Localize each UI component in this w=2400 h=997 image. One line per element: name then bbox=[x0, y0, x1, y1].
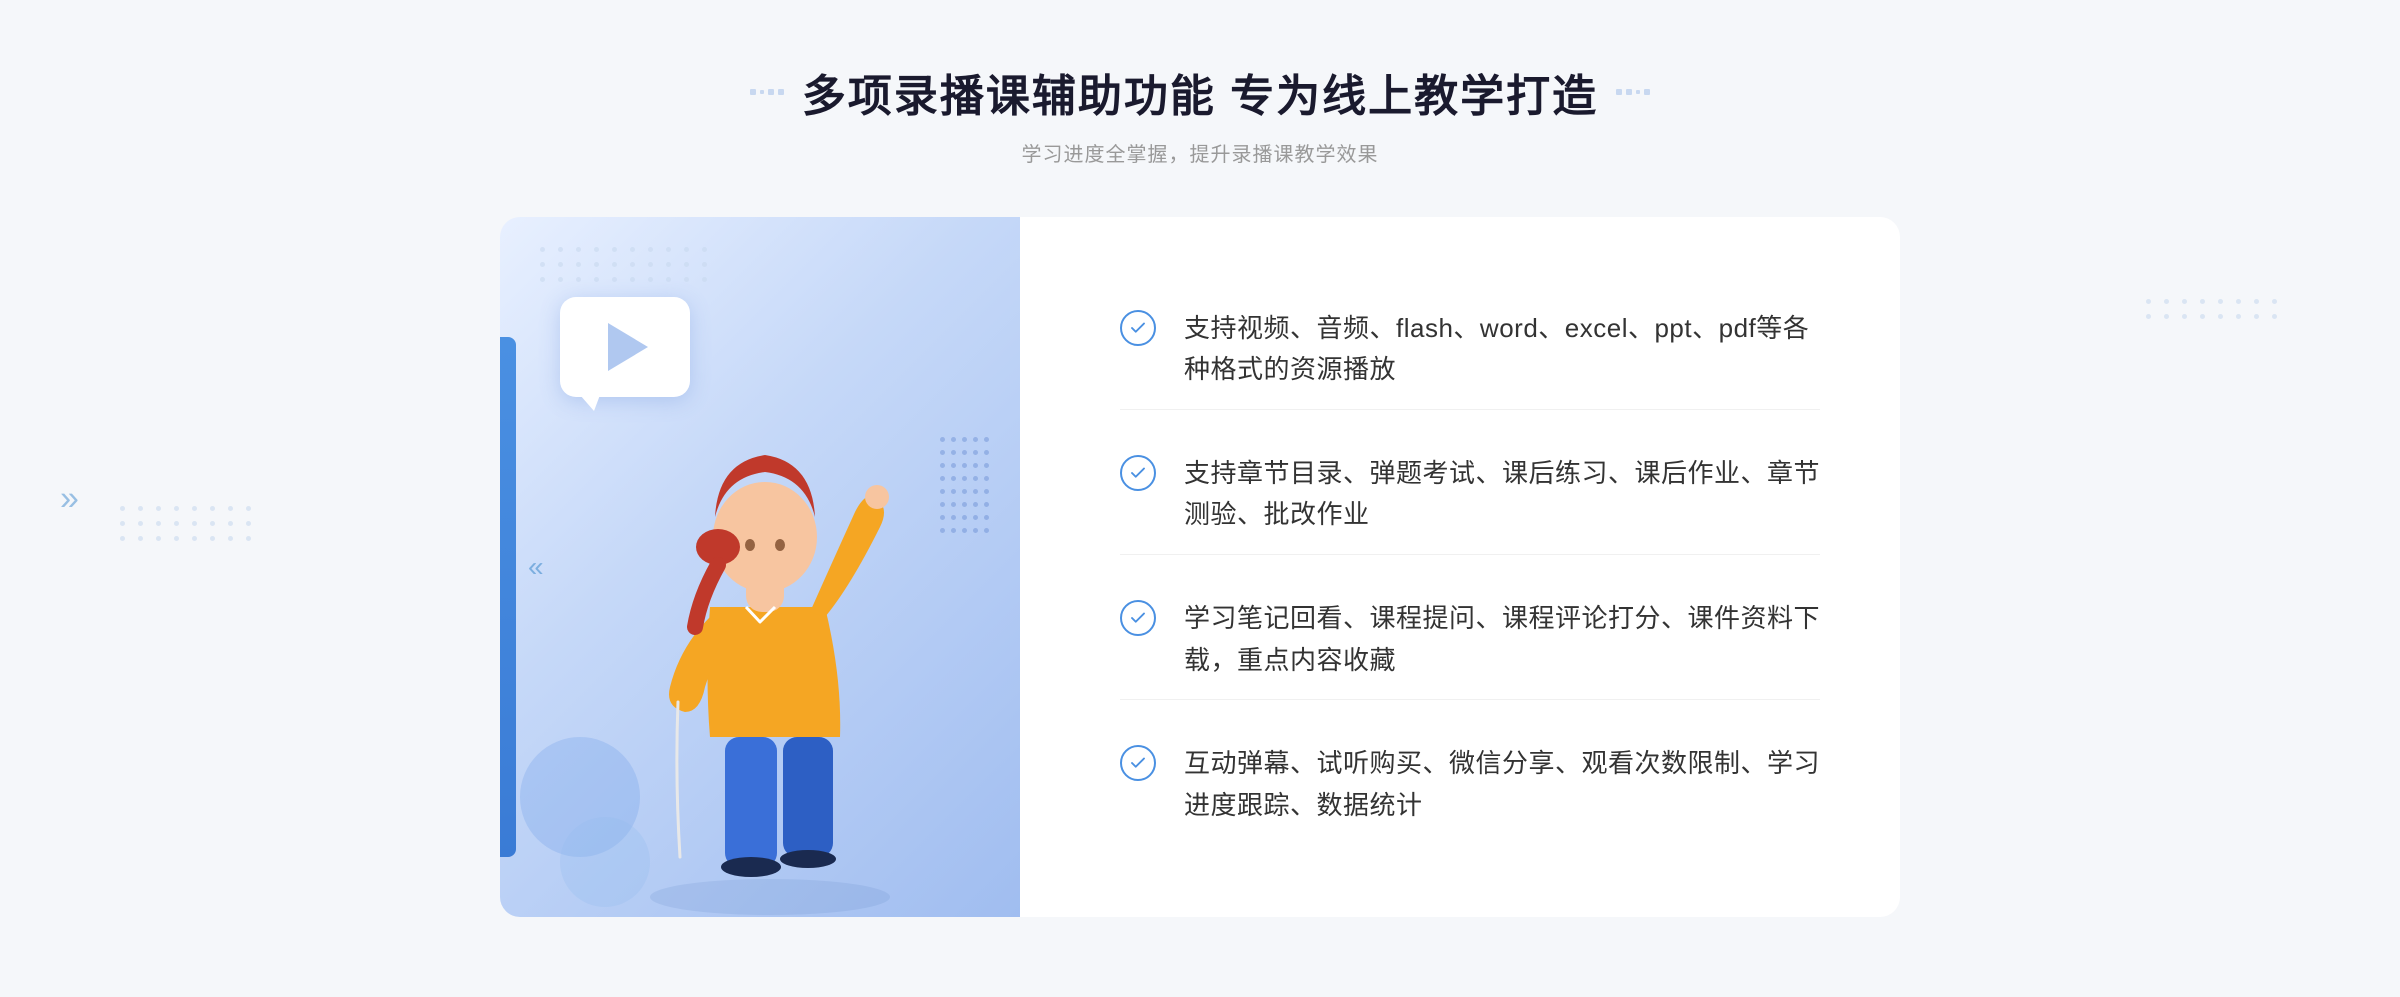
right-decoration bbox=[1616, 89, 1650, 95]
feature-text-4: 互动弹幕、试听购买、微信分享、观看次数限制、学习进度跟踪、数据统计 bbox=[1184, 743, 1820, 826]
subtitle: 学习进度全掌握，提升录播课教学效果 bbox=[750, 138, 1650, 167]
play-bubble-rect bbox=[560, 297, 690, 397]
feature-item-2: 支持章节目录、弹题考试、课后练习、课后作业、章节测验、批改作业 bbox=[1120, 435, 1820, 555]
feature-text-3: 学习笔记回看、课程提问、课程评论打分、课件资料下载，重点内容收藏 bbox=[1184, 598, 1820, 681]
left-arrows-decoration: « bbox=[528, 553, 544, 581]
page-dots-left bbox=[120, 506, 254, 541]
check-icon-2 bbox=[1120, 455, 1156, 491]
feature-item-3: 学习笔记回看、课程提问、课程评论打分、课件资料下载，重点内容收藏 bbox=[1120, 580, 1820, 700]
page-dots-right bbox=[2146, 299, 2280, 319]
check-icon-4 bbox=[1120, 745, 1156, 781]
feature-item-4: 互动弹幕、试听购买、微信分享、观看次数限制、学习进度跟踪、数据统计 bbox=[1120, 725, 1820, 844]
feature-item-1: 支持视频、音频、flash、word、excel、ppt、pdf等各种格式的资源… bbox=[1120, 290, 1820, 410]
play-triangle-icon bbox=[608, 323, 648, 371]
check-icon-1 bbox=[1120, 310, 1156, 346]
feature-text-2: 支持章节目录、弹题考试、课后练习、课后作业、章节测验、批改作业 bbox=[1184, 453, 1820, 536]
check-icon-3 bbox=[1120, 600, 1156, 636]
left-blue-accent-bar bbox=[500, 337, 516, 857]
main-title: 多项录播课辅助功能 专为线上教学打造 bbox=[802, 60, 1598, 124]
header-section: 多项录播课辅助功能 专为线上教学打造 学习进度全掌握，提升录播课教学效果 bbox=[750, 60, 1650, 167]
left-decoration bbox=[750, 89, 784, 95]
left-illustration-panel: « bbox=[500, 217, 1020, 917]
page-left-arrows: » bbox=[60, 479, 79, 518]
page-wrapper: » 多项录播课辅助功能 专为线上教学打造 学习进度全掌握，提升录播课教学效果 bbox=[0, 0, 2400, 997]
header-title-row: 多项录播课辅助功能 专为线上教学打造 bbox=[750, 60, 1650, 124]
chevron-icon: « bbox=[528, 553, 544, 581]
left-panel-dots bbox=[540, 247, 710, 282]
right-features-panel: 支持视频、音频、flash、word、excel、ppt、pdf等各种格式的资源… bbox=[1020, 217, 1900, 917]
feature-text-1: 支持视频、音频、flash、word、excel、ppt、pdf等各种格式的资源… bbox=[1184, 308, 1820, 391]
content-area: « 支持视频、音频、flash、word、excel、ppt、pdf等各种格式的… bbox=[500, 217, 1900, 917]
person-illustration bbox=[570, 397, 950, 917]
left-arrow-icon: » bbox=[60, 479, 79, 518]
